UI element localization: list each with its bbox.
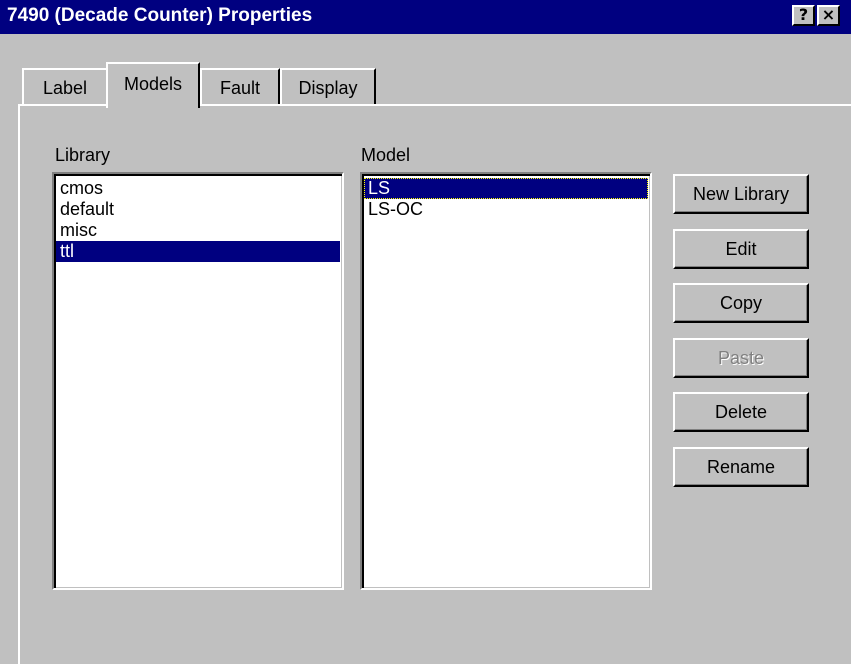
edit-button[interactable]: Edit <box>673 229 809 269</box>
tab-models[interactable]: Models <box>106 62 200 108</box>
library-item-cmos[interactable]: cmos <box>56 178 340 199</box>
properties-dialog: 7490 (Decade Counter) Properties ? × Lab… <box>0 0 851 664</box>
tab-display[interactable]: Display <box>280 68 376 106</box>
rename-button[interactable]: Rename <box>673 447 809 487</box>
library-item-default[interactable]: default <box>56 199 340 220</box>
close-button[interactable]: × <box>817 5 840 26</box>
model-label: Model <box>361 145 411 165</box>
title-bar[interactable]: 7490 (Decade Counter) Properties ? × <box>0 0 851 34</box>
model-item-ls-oc[interactable]: LS-OC <box>364 199 648 220</box>
help-button[interactable]: ? <box>792 5 815 26</box>
library-item-misc[interactable]: misc <box>56 220 340 241</box>
library-item-ttl[interactable]: ttl <box>56 241 340 262</box>
library-label: Library <box>55 145 111 165</box>
new-library-button[interactable]: New Library <box>673 174 809 214</box>
window-title: 7490 (Decade Counter) Properties <box>7 5 313 26</box>
model-listbox[interactable]: LS LS-OC <box>360 172 652 590</box>
tab-fault[interactable]: Fault <box>200 68 280 106</box>
copy-button[interactable]: Copy <box>673 283 809 323</box>
model-item-ls[interactable]: LS <box>364 178 648 199</box>
library-listbox[interactable]: cmos default misc ttl <box>52 172 344 590</box>
tab-label[interactable]: Label <box>22 68 108 106</box>
paste-button[interactable]: Paste <box>673 338 809 378</box>
delete-button[interactable]: Delete <box>673 392 809 432</box>
